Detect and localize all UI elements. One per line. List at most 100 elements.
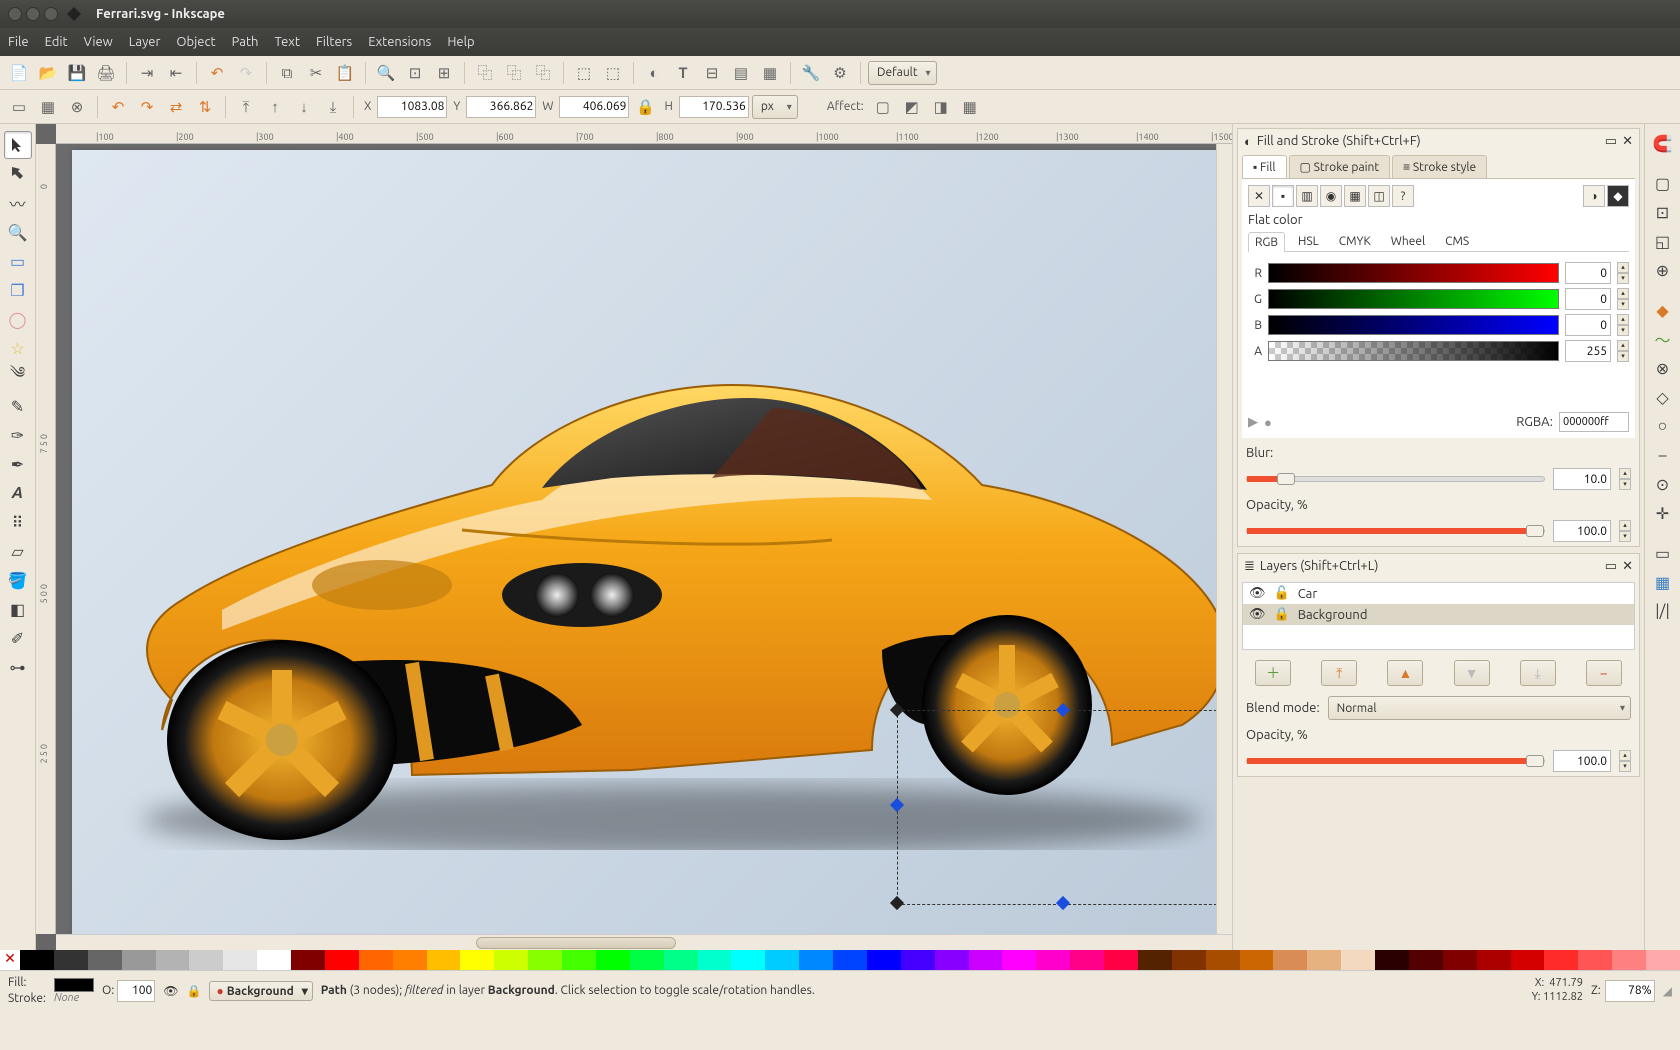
zoom-fit-icon[interactable]: ⊡ xyxy=(402,60,428,86)
menu-extensions[interactable]: Extensions xyxy=(368,35,431,49)
rotate-cw-icon[interactable]: ↷ xyxy=(134,94,160,120)
x-input[interactable] xyxy=(377,96,447,118)
zoom-in-icon[interactable]: 🔍 xyxy=(373,60,399,86)
status-fill-swatch[interactable] xyxy=(54,978,94,992)
current-layer-combo[interactable]: ●Background xyxy=(209,981,312,1001)
canvas[interactable] xyxy=(56,144,1216,934)
swatch[interactable] xyxy=(1104,950,1138,970)
doc-prefs-icon[interactable]: ⚙ xyxy=(827,60,853,86)
raise-top-icon[interactable]: ⤒ xyxy=(233,94,259,120)
swatch[interactable] xyxy=(88,950,122,970)
pencil-tool[interactable]: ✎ xyxy=(4,392,32,420)
select-all-icon[interactable]: ▭ xyxy=(6,94,32,120)
flip-v-icon[interactable]: ⇅ xyxy=(192,94,218,120)
swatch[interactable] xyxy=(901,950,935,970)
snap-path-icon[interactable]: 〜 xyxy=(1649,325,1677,353)
layer-row-car[interactable]: 👁 🔓 Car xyxy=(1243,583,1634,604)
layer-opacity-slider[interactable] xyxy=(1246,758,1545,764)
a-input[interactable] xyxy=(1565,340,1611,362)
layers-close-icon[interactable]: ✕ xyxy=(1622,559,1633,574)
swatch[interactable] xyxy=(630,950,664,970)
layer-lock-icon[interactable]: 🔒 xyxy=(1274,607,1290,622)
prefs-icon[interactable]: 🔧 xyxy=(798,60,824,86)
g-slider[interactable] xyxy=(1268,289,1559,309)
blur-slider[interactable] xyxy=(1246,476,1545,482)
swatch[interactable] xyxy=(731,950,765,970)
scrollbar-vertical[interactable] xyxy=(1216,144,1232,934)
paint-radial-icon[interactable]: ◉ xyxy=(1320,185,1342,207)
calligraphy-tool[interactable]: ✒ xyxy=(4,450,32,478)
duplicate-icon[interactable]: ⿻ xyxy=(472,60,498,86)
paint-unknown-icon[interactable]: ? xyxy=(1392,185,1414,207)
h-input[interactable] xyxy=(679,96,749,118)
cut-icon[interactable]: ✂ xyxy=(303,60,329,86)
color-palette[interactable]: ✕ xyxy=(0,950,1680,970)
lower-icon[interactable]: ↓ xyxy=(291,94,317,120)
undo-icon[interactable]: ↶ xyxy=(204,60,230,86)
lower-bottom-icon[interactable]: ⤓ xyxy=(320,94,346,120)
tab-stroke-paint[interactable]: ▢ Stroke paint xyxy=(1289,155,1391,178)
master-opacity-input[interactable] xyxy=(117,980,155,1002)
paint-linear-icon[interactable]: ▥ xyxy=(1296,185,1318,207)
menu-layer[interactable]: Layer xyxy=(129,35,161,49)
swatch[interactable] xyxy=(562,950,596,970)
paint-flat-icon[interactable]: ▪ xyxy=(1272,185,1294,207)
swatch[interactable] xyxy=(1578,950,1612,970)
swatch[interactable] xyxy=(20,950,54,970)
menu-object[interactable]: Object xyxy=(176,35,215,49)
colortab-cms[interactable]: CMS xyxy=(1438,231,1476,251)
deselect-icon[interactable]: ⊗ xyxy=(64,94,90,120)
colortab-cmyk[interactable]: CMYK xyxy=(1332,231,1378,251)
swatch[interactable] xyxy=(494,950,528,970)
swatch[interactable] xyxy=(325,950,359,970)
align-icon[interactable]: ▤ xyxy=(728,60,754,86)
colortab-wheel[interactable]: Wheel xyxy=(1384,231,1432,251)
layer-unlock-icon[interactable]: 🔓 xyxy=(1274,586,1290,601)
layers-minimize-icon[interactable]: ▭ xyxy=(1605,559,1617,574)
colortab-rgb[interactable]: RGB xyxy=(1248,232,1285,252)
copy-icon[interactable]: ⧉ xyxy=(274,60,300,86)
window-close-button[interactable] xyxy=(8,7,22,21)
snap-cusp-icon[interactable]: ◇ xyxy=(1649,383,1677,411)
affect-pattern-icon[interactable]: ▦ xyxy=(957,94,983,120)
layer-up-button[interactable]: ▲ xyxy=(1387,660,1423,686)
colortab-hsl[interactable]: HSL xyxy=(1291,231,1326,251)
swatch[interactable] xyxy=(833,950,867,970)
swatch[interactable] xyxy=(54,950,88,970)
node-tool[interactable] xyxy=(4,160,32,188)
snap-page-icon[interactable]: ▭ xyxy=(1649,539,1677,567)
snap-mid-icon[interactable]: ⊕ xyxy=(1649,256,1677,284)
paste-icon[interactable]: 📋 xyxy=(332,60,358,86)
a-slider[interactable] xyxy=(1268,341,1559,361)
zoom-page-icon[interactable]: ⊞ xyxy=(431,60,457,86)
layer-bottom-button[interactable]: ⤓ xyxy=(1520,660,1556,686)
swatch[interactable] xyxy=(1002,950,1036,970)
rgba-input[interactable] xyxy=(1559,412,1629,432)
swatch[interactable] xyxy=(1036,950,1070,970)
bucket-tool[interactable]: 🪣 xyxy=(4,566,32,594)
swatch[interactable] xyxy=(359,950,393,970)
transform-icon[interactable]: ▦ xyxy=(757,60,783,86)
fill-opacity-slider[interactable] xyxy=(1246,528,1545,534)
new-doc-icon[interactable]: 📄 xyxy=(6,60,32,86)
lock-aspect-icon[interactable]: 🔒 xyxy=(632,94,658,120)
swatch[interactable] xyxy=(122,950,156,970)
swatch[interactable] xyxy=(1477,950,1511,970)
swatch[interactable] xyxy=(156,950,190,970)
select-layers-icon[interactable]: ▦ xyxy=(35,94,61,120)
add-layer-button[interactable]: ＋ xyxy=(1255,660,1291,686)
save-icon[interactable]: 💾 xyxy=(64,60,90,86)
paint-swatch-icon[interactable]: ◫ xyxy=(1368,185,1390,207)
fillrule-nonzero-icon[interactable]: ◆ xyxy=(1607,185,1629,207)
rotate-ccw-icon[interactable]: ↶ xyxy=(105,94,131,120)
spray-tool[interactable]: ⠿ xyxy=(4,508,32,536)
g-input[interactable] xyxy=(1565,288,1611,310)
zoom-tool[interactable]: 🔍 xyxy=(4,218,32,246)
swatch[interactable] xyxy=(291,950,325,970)
swatch[interactable] xyxy=(969,950,1003,970)
spiral-tool[interactable]: ༄ xyxy=(4,363,32,391)
swatch[interactable] xyxy=(257,950,291,970)
swatch[interactable] xyxy=(867,950,901,970)
fill-stroke-icon[interactable]: ◐ xyxy=(641,60,667,86)
swatch[interactable] xyxy=(1172,950,1206,970)
